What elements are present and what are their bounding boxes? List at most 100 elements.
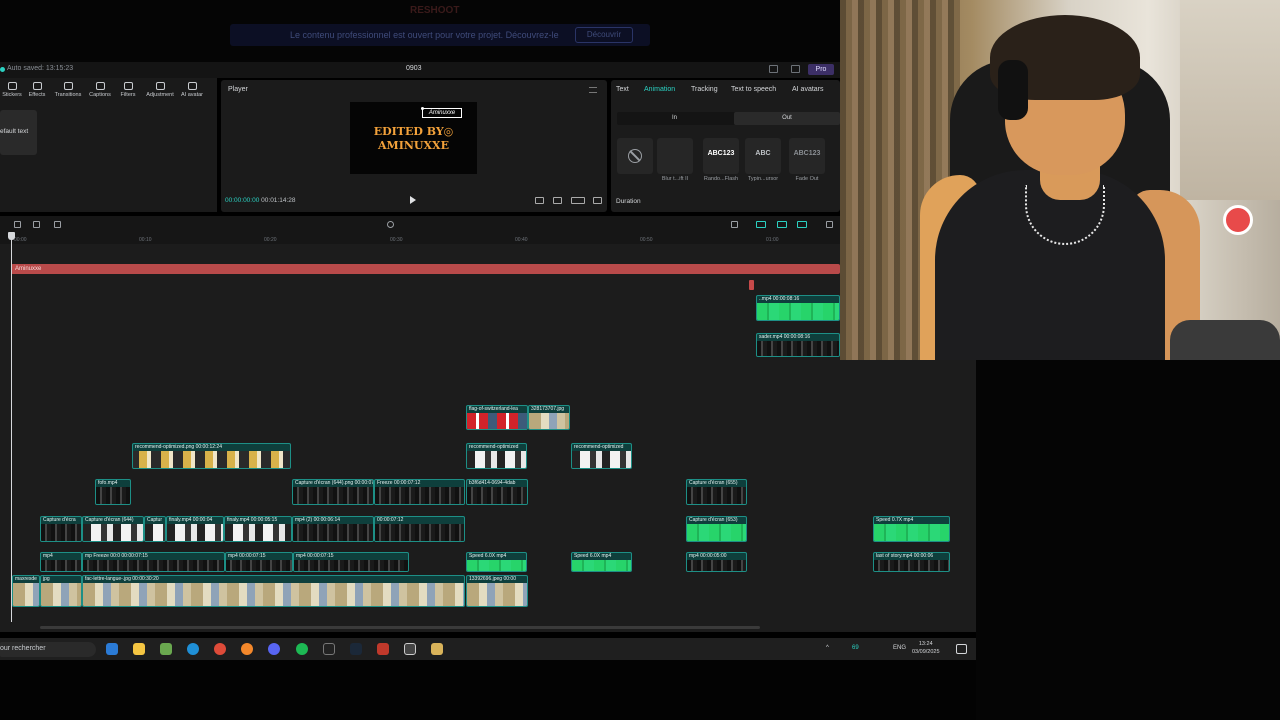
tool-ai-avatar[interactable]: AI avatar: [176, 80, 208, 98]
pro-badge[interactable]: Pro: [808, 64, 834, 75]
tray-chevron-icon[interactable]: ^: [826, 645, 829, 651]
zoom-icon[interactable]: [826, 221, 833, 228]
snap-icon[interactable]: [797, 221, 807, 228]
timeline-clip[interactable]: 13392696.jpeg 00:00: [466, 575, 528, 607]
timeline-clip[interactable]: mp4 00:00:05:00: [686, 552, 747, 572]
split-left-icon[interactable]: [14, 221, 21, 228]
animation-typing-cursor[interactable]: ABC Typin...ursor: [745, 138, 781, 182]
notification-icon[interactable]: [956, 644, 967, 654]
firefox-icon[interactable]: [241, 643, 253, 655]
app3-icon[interactable]: [431, 643, 443, 655]
clip-label: finaly.mp4 00:00:04: [169, 517, 213, 523]
timeline-clip[interactable]: maxresde: [12, 575, 40, 607]
spotify-icon[interactable]: [296, 643, 308, 655]
timeline-clip[interactable]: finaly.mp4 00:00:04: [166, 516, 224, 542]
timeline-ruler[interactable]: 00:00 00:10 00:20 00:30 00:40 00:50 01:0…: [0, 234, 840, 244]
in-tab[interactable]: In: [617, 112, 732, 125]
timeline-clip[interactable]: Speed 0.7X mp4: [873, 516, 950, 542]
tab-ai-avatars[interactable]: AI avatars: [792, 86, 824, 93]
timeline-clip[interactable]: mp Freeze 00:0 00:00:07:15: [82, 552, 225, 572]
timeline-scrollbar[interactable]: [40, 626, 760, 629]
timeline-clip[interactable]: ..mp4 00:00:08:16: [756, 295, 840, 321]
magnet-icon[interactable]: [777, 221, 787, 228]
default-text-preset[interactable]: efault text: [0, 110, 37, 155]
menu-icon[interactable]: [589, 87, 597, 93]
crop-icon[interactable]: [553, 197, 562, 204]
out-tab[interactable]: Out: [734, 112, 840, 125]
animation-blur-shift[interactable]: Blur t...ift II: [657, 138, 693, 182]
playhead-handle[interactable]: [8, 232, 15, 240]
timeline-clip[interactable]: recommend-optimized.png 00:00:12:24: [132, 443, 291, 469]
timeline-clip[interactable]: sader.mp4 00:00:08:16: [756, 333, 840, 357]
timeline-clip[interactable]: fac-lettre-langue-.jpg 00:00:30:20: [82, 575, 465, 607]
timeline-clip[interactable]: recommend-optimized: [571, 443, 632, 469]
timeline-clip[interactable]: Captur: [144, 516, 166, 542]
clip-label: Captur: [147, 517, 163, 523]
taskview-icon[interactable]: [106, 643, 118, 655]
clip-thumbnails: [467, 560, 526, 571]
timeline-marker[interactable]: [749, 280, 754, 290]
tray-badge[interactable]: 69: [852, 645, 859, 651]
split-right-icon[interactable]: [33, 221, 40, 228]
delete-icon[interactable]: [54, 221, 61, 228]
edge-icon[interactable]: [187, 643, 199, 655]
timeline-clip[interactable]: Capture d'écran (644).png 00:00:07:12: [292, 479, 374, 505]
tab-tracking[interactable]: Tracking: [691, 86, 718, 93]
text-track-clip[interactable]: Aminuxxe: [11, 264, 840, 274]
timeline-clip[interactable]: finaly.mp4 00:00:05:15: [224, 516, 292, 542]
filezilla-icon[interactable]: [377, 643, 389, 655]
play-icon[interactable]: [410, 196, 416, 204]
video-preview[interactable]: Aminuxxe EDITED BY◎ AMINUXXE: [350, 102, 477, 174]
app2-icon[interactable]: [323, 643, 335, 655]
timeline-clip[interactable]: b3f6d414-0694-4dab: [466, 479, 528, 505]
animation-random-flash[interactable]: ABC123 Rando...Flash: [703, 138, 739, 182]
timeline-clip[interactable]: last of story.mp4 00:00:06: [873, 552, 950, 572]
tool-adjustment[interactable]: Adjustment: [144, 80, 176, 98]
timeline-clip[interactable]: fofo.mp4: [95, 479, 131, 505]
timeline-clip[interactable]: 328173707.jpg: [528, 405, 570, 430]
timeline-clip[interactable]: mp4 (2) 00:00:06:14: [292, 516, 374, 542]
discord-icon[interactable]: [268, 643, 280, 655]
tool-filters[interactable]: Filters: [112, 80, 144, 98]
timeline-clip[interactable]: Capture d'écra: [40, 516, 82, 542]
language-indicator[interactable]: ENG: [893, 645, 906, 651]
timeline-clip[interactable]: jpg: [40, 575, 82, 607]
microphone-icon[interactable]: [731, 221, 738, 228]
timeline-clip[interactable]: Speed 6.0X mp4: [571, 552, 632, 572]
animation-none[interactable]: [617, 138, 653, 174]
capcut-icon[interactable]: [404, 643, 416, 655]
playhead[interactable]: [11, 232, 12, 622]
timeline-clip[interactable]: mp4 00:00:07:15: [293, 552, 409, 572]
timeline-clip[interactable]: Capture d'écran (655): [686, 479, 747, 505]
link-icon[interactable]: [756, 221, 766, 228]
file-explorer-icon[interactable]: [133, 643, 145, 655]
chrome-icon[interactable]: [214, 643, 226, 655]
layout-icon[interactable]: [769, 65, 778, 73]
tab-text-to-speech[interactable]: Text to speech: [731, 86, 776, 93]
project-name[interactable]: 0903: [406, 65, 422, 72]
tool-transitions[interactable]: Transitions: [52, 80, 84, 98]
timeline-clip[interactable]: recommend-optimized: [466, 443, 527, 469]
timeline-clip[interactable]: Capture d'écran (644): [82, 516, 144, 542]
timeline-clip[interactable]: 00:00:07:12: [374, 516, 465, 542]
taskbar-search[interactable]: our rechercher: [0, 642, 96, 657]
timeline-clip[interactable]: flag-of-switzerland-lea: [466, 405, 528, 430]
tab-animation[interactable]: Animation: [644, 86, 675, 93]
export-icon[interactable]: [791, 65, 800, 73]
timeline-clip[interactable]: mp4: [40, 552, 82, 572]
timeline-clip[interactable]: Speed 6.0X mp4: [466, 552, 527, 572]
timeline-clip[interactable]: mp4 00:00:07:15: [225, 552, 293, 572]
quality-icon[interactable]: [571, 197, 585, 204]
ratio-icon[interactable]: [535, 197, 544, 204]
app-icon[interactable]: [160, 643, 172, 655]
fullscreen-icon[interactable]: [593, 197, 602, 204]
timeline-clip[interactable]: Freeze 00:00:07:12: [374, 479, 465, 505]
clock[interactable]: 13:24 03/09/2025: [912, 640, 940, 656]
steam-icon[interactable]: [350, 643, 362, 655]
watermark-text[interactable]: Aminuxxe: [422, 108, 462, 118]
tool-effects[interactable]: Effects: [21, 80, 53, 98]
tab-text[interactable]: Text: [616, 86, 629, 93]
timeline-clip[interactable]: Capture d'écran (653): [686, 516, 747, 542]
animation-fade-out[interactable]: ABC123 Fade Out: [789, 138, 825, 182]
promo-button[interactable]: Découvrir: [575, 27, 633, 43]
